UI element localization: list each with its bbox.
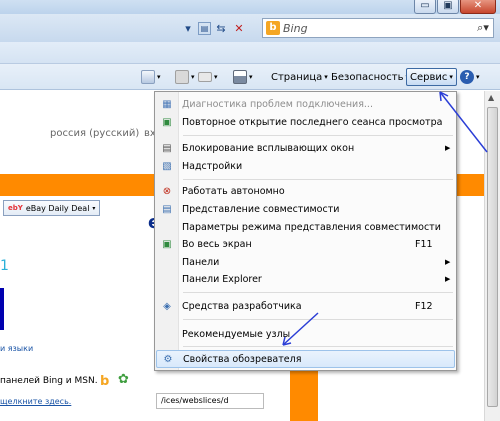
print-icon (233, 70, 247, 84)
search-placeholder[interactable]: Bing (283, 22, 473, 35)
feeds-button[interactable]: ▾ (175, 68, 195, 86)
network-diagnose-icon: ▦ (162, 98, 172, 110)
menu-item-fullscreen[interactable]: ▣ Во весь экран F11 (156, 235, 455, 253)
menu-item-label: Блокирование всплывающих окон (182, 142, 355, 154)
menu-shortcut: F12 (415, 300, 433, 312)
refresh-icon[interactable]: ⇆ (213, 20, 229, 36)
close-button[interactable]: ✕ (460, 0, 496, 14)
ebay-label: eBay Daily Deal (25, 203, 90, 213)
safety-menu-button[interactable]: Безопасность▾ (331, 68, 409, 86)
tools-menu-label: Сервис (410, 71, 448, 83)
menu-item-label: Рекомендуемые узлы (182, 328, 291, 340)
page-menu-label: Страница (271, 71, 323, 83)
menu-item-explorer-bars[interactable]: Панели Explorer ▶ (156, 270, 455, 288)
menu-item-label: Средства разработчика (182, 300, 302, 312)
home-button[interactable]: ▾ (141, 68, 161, 86)
menu-item-label: Панели (182, 256, 220, 268)
compat-view-button-icon[interactable]: ▤ (198, 21, 211, 35)
fullscreen-icon: ▣ (162, 238, 172, 250)
menu-separator (183, 346, 453, 347)
safety-menu-label: Безопасность (331, 71, 404, 83)
bing-logo-icon: b (266, 21, 280, 35)
menu-item-label: Надстройки (182, 160, 243, 172)
msn-butterfly-icon: ✿ (118, 372, 129, 387)
window-controls: ▭ ▣ ✕ (414, 0, 496, 14)
search-icon[interactable]: ⌕▾ (473, 21, 493, 35)
menu-item-label: Работать автономно (182, 185, 285, 197)
scroll-thumb[interactable] (487, 107, 498, 407)
search-box[interactable]: b Bing ⌕▾ (262, 18, 494, 38)
menu-item-compat-settings[interactable]: Параметры режима представления совместим… (156, 218, 455, 236)
stop-icon[interactable]: ✕ (231, 20, 247, 36)
title-bar: ▭ ▣ ✕ (0, 0, 500, 14)
menu-item-suggested-sites[interactable]: Рекомендуемые узлы (156, 325, 455, 343)
tools-menu: ▦ Диагностика проблем подключения... ▣ П… (154, 91, 457, 371)
menu-item-label: Панели Explorer (182, 273, 262, 285)
command-bar: ▾ ▾ ▾ ▾ Страница▾ Безопасность▾ Сервис▾ … (0, 64, 500, 90)
ebay-webslice-button[interactable]: ebY eBay Daily Deal ▾ (3, 200, 101, 216)
offline-icon: ⊗ (162, 185, 172, 197)
submenu-arrow-icon: ▶ (445, 258, 451, 266)
dev-tools-icon: ◈ (163, 300, 171, 312)
orange-banner (0, 174, 155, 196)
menu-item-label: Повторное открытие последнего сеанса про… (182, 116, 443, 128)
menu-item-label: Параметры режима представления совместим… (182, 221, 441, 233)
languages-link[interactable]: и языки (0, 344, 33, 353)
submenu-arrow-icon: ▶ (445, 144, 451, 152)
submenu-arrow-icon: ▶ (445, 275, 451, 283)
tools-menu-button[interactable]: Сервис ▾ (406, 68, 457, 86)
bing-b-icon: b (100, 374, 110, 389)
menu-item-diagnose[interactable]: ▦ Диагностика проблем подключения... (156, 95, 455, 113)
menu-item-addons[interactable]: ▧ Надстройки (156, 157, 455, 175)
webslice-url[interactable]: /ices/webslices/d (156, 393, 264, 409)
menu-separator (183, 292, 453, 293)
help-button[interactable]: ? ▾ (460, 68, 480, 86)
blue-block (0, 288, 4, 330)
chevron-down-icon: ▾ (92, 204, 96, 212)
home-icon (141, 70, 155, 84)
maximize-button[interactable]: ▣ (437, 0, 459, 14)
minimize-button[interactable]: ▭ (414, 0, 436, 14)
feeds-icon (175, 70, 189, 84)
page-digit: 1 (0, 258, 9, 274)
click-here-link[interactable]: щелкните здесь. (0, 397, 71, 406)
address-bar: ▾ ▤ ⇆ ✕ b Bing ⌕▾ (0, 14, 500, 42)
menu-separator (183, 135, 453, 136)
print-button[interactable]: ▾ (233, 68, 253, 86)
address-dropdown-icon[interactable]: ▾ (180, 20, 196, 36)
address-controls: ▾ ▤ ⇆ ✕ (180, 18, 247, 38)
orange-banner-right (455, 174, 484, 196)
compat-view-icon: ▤ (162, 203, 172, 215)
language-label[interactable]: россия (русский) (50, 128, 139, 139)
menu-separator (183, 179, 453, 180)
help-icon: ? (460, 70, 474, 84)
popup-blocker-icon: ▤ (162, 142, 172, 154)
orange-block (290, 368, 318, 421)
menu-item-label: Диагностика проблем подключения... (182, 98, 373, 110)
mail-icon (198, 72, 212, 82)
reopen-session-icon: ▣ (162, 116, 172, 128)
menu-item-work-offline[interactable]: ⊗ Работать автономно (156, 182, 455, 200)
internet-options-icon: ⚙ (163, 353, 173, 365)
vertical-scrollbar[interactable]: ▲ (484, 91, 500, 421)
menu-item-dev-tools[interactable]: ◈ Средства разработчика F12 (156, 297, 455, 315)
ebay-logo-icon: ebY (8, 204, 23, 212)
menu-item-compat-view[interactable]: ▤ Представление совместимости (156, 200, 455, 218)
menu-item-internet-options[interactable]: ⚙ Свойства обозревателя (156, 350, 455, 368)
menu-item-label: Представление совместимости (182, 203, 340, 215)
mail-button[interactable]: ▾ (198, 68, 218, 86)
menu-item-label: Во весь экран (182, 238, 252, 250)
menu-shortcut: F11 (415, 238, 433, 250)
menu-item-toolbars[interactable]: Панели ▶ (156, 253, 455, 271)
addons-icon: ▧ (162, 160, 172, 172)
bing-msn-text: панелей Bing и MSN. (0, 376, 98, 386)
favorites-bar (0, 42, 500, 64)
page-menu-button[interactable]: Страница ▾ (271, 68, 328, 86)
menu-separator (183, 319, 453, 320)
scroll-up-icon[interactable]: ▲ (488, 93, 494, 102)
menu-item-popup-blocker[interactable]: ▤ Блокирование всплывающих окон ▶ (156, 139, 455, 157)
menu-item-reopen-session[interactable]: ▣ Повторное открытие последнего сеанса п… (156, 113, 455, 131)
menu-item-label: Свойства обозревателя (183, 353, 302, 365)
